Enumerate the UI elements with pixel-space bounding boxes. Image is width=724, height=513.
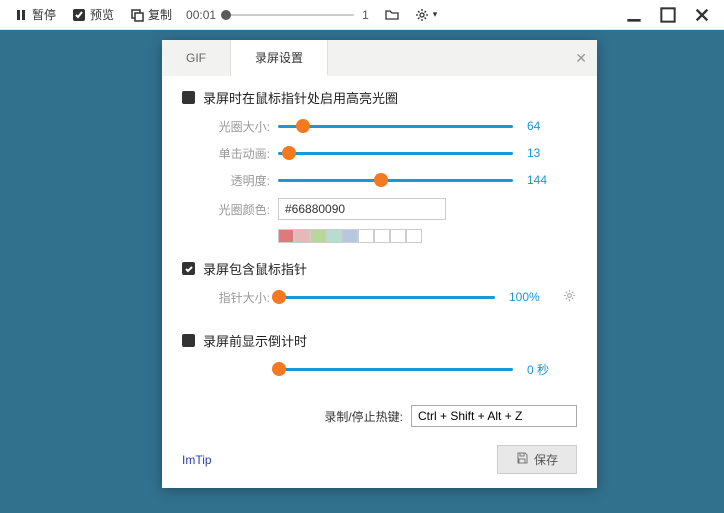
dialog-footer: ImTip 保存 bbox=[162, 435, 597, 474]
click-anim-slider[interactable] bbox=[278, 144, 513, 162]
color-swatch[interactable] bbox=[406, 229, 422, 243]
dialog-close-button[interactable]: ✕ bbox=[575, 50, 587, 67]
color-swatch[interactable] bbox=[374, 229, 390, 243]
imtip-link[interactable]: ImTip bbox=[182, 453, 212, 467]
cursor-settings-icon[interactable] bbox=[563, 289, 577, 305]
save-button[interactable]: 保存 bbox=[497, 445, 577, 474]
aperture-size-label: 光圈大小: bbox=[206, 118, 270, 135]
aperture-size-value: 64 bbox=[527, 119, 577, 133]
opacity-value: 144 bbox=[527, 173, 577, 187]
folder-open-icon bbox=[385, 8, 399, 22]
color-input[interactable] bbox=[278, 198, 446, 220]
dropdown-caret-icon: ▾ bbox=[433, 9, 438, 20]
settings-dialog: GIF 录屏设置 ✕ 录屏时在鼠标指针处启用高亮光圈 光圈大小: 64 单击动画… bbox=[162, 40, 597, 488]
color-label: 光圈颜色: bbox=[206, 201, 270, 218]
highlight-title: 录屏时在鼠标指针处启用高亮光圈 bbox=[203, 88, 398, 107]
maximize-button[interactable] bbox=[660, 7, 676, 23]
cursor-size-value: 100% bbox=[509, 290, 559, 304]
open-button[interactable] bbox=[379, 5, 405, 25]
cursor-checkbox[interactable] bbox=[182, 262, 195, 275]
time-display: 00:01 bbox=[186, 8, 216, 22]
color-swatches bbox=[182, 229, 577, 243]
hotkey-row: 录制/停止热键: bbox=[162, 391, 597, 435]
color-swatch[interactable] bbox=[342, 229, 358, 243]
copy-label: 复制 bbox=[148, 6, 172, 23]
section-cursor: 录屏包含鼠标指针 指针大小: 100% bbox=[162, 247, 597, 319]
color-swatch[interactable] bbox=[390, 229, 406, 243]
color-swatch[interactable] bbox=[358, 229, 374, 243]
hotkey-label: 录制/停止热键: bbox=[324, 408, 403, 425]
color-swatch[interactable] bbox=[310, 229, 326, 243]
timeline-slider[interactable] bbox=[224, 13, 354, 17]
opacity-label: 透明度: bbox=[206, 172, 270, 189]
section-countdown: 录屏前显示倒计时 0 秒 bbox=[162, 319, 597, 391]
aperture-size-slider[interactable] bbox=[278, 117, 513, 135]
color-swatch[interactable] bbox=[278, 229, 294, 243]
save-icon bbox=[516, 452, 528, 467]
dialog-tabs: GIF 录屏设置 ✕ bbox=[162, 40, 597, 76]
highlight-checkbox[interactable] bbox=[182, 91, 195, 104]
settings-button[interactable]: ▾ bbox=[409, 5, 444, 25]
copy-button[interactable]: 复制 bbox=[124, 3, 178, 26]
save-label: 保存 bbox=[534, 451, 558, 468]
countdown-checkbox[interactable] bbox=[182, 334, 195, 347]
section-highlight: 录屏时在鼠标指针处启用高亮光圈 光圈大小: 64 单击动画: 13 透明度: bbox=[162, 76, 597, 247]
preview-label: 预览 bbox=[90, 6, 114, 23]
hotkey-input[interactable] bbox=[411, 405, 577, 427]
preview-icon bbox=[72, 8, 86, 22]
click-anim-label: 单击动画: bbox=[206, 145, 270, 162]
timeline-thumb[interactable] bbox=[221, 10, 231, 20]
cursor-size-slider[interactable] bbox=[278, 288, 495, 306]
tab-gif[interactable]: GIF bbox=[162, 40, 231, 76]
pause-label: 暂停 bbox=[32, 6, 56, 23]
color-swatch[interactable] bbox=[326, 229, 342, 243]
frame-number: 1 bbox=[362, 8, 369, 22]
color-swatch[interactable] bbox=[294, 229, 310, 243]
countdown-title: 录屏前显示倒计时 bbox=[203, 331, 307, 350]
close-button[interactable] bbox=[694, 7, 710, 23]
tab-recording-settings[interactable]: 录屏设置 bbox=[231, 40, 328, 76]
pause-button[interactable]: 暂停 bbox=[8, 3, 62, 26]
copy-icon bbox=[130, 8, 144, 22]
cursor-title: 录屏包含鼠标指针 bbox=[203, 259, 307, 278]
cursor-size-label: 指针大小: bbox=[206, 289, 270, 306]
countdown-value: 0 秒 bbox=[527, 361, 577, 378]
opacity-slider[interactable] bbox=[278, 171, 513, 189]
gear-icon bbox=[415, 8, 429, 22]
click-anim-value: 13 bbox=[527, 146, 577, 160]
top-toolbar: 暂停 预览 复制 00:01 1 ▾ bbox=[0, 0, 724, 30]
countdown-slider[interactable] bbox=[278, 360, 513, 378]
preview-button[interactable]: 预览 bbox=[66, 3, 120, 26]
pause-icon bbox=[14, 8, 28, 22]
minimize-button[interactable] bbox=[626, 7, 642, 23]
